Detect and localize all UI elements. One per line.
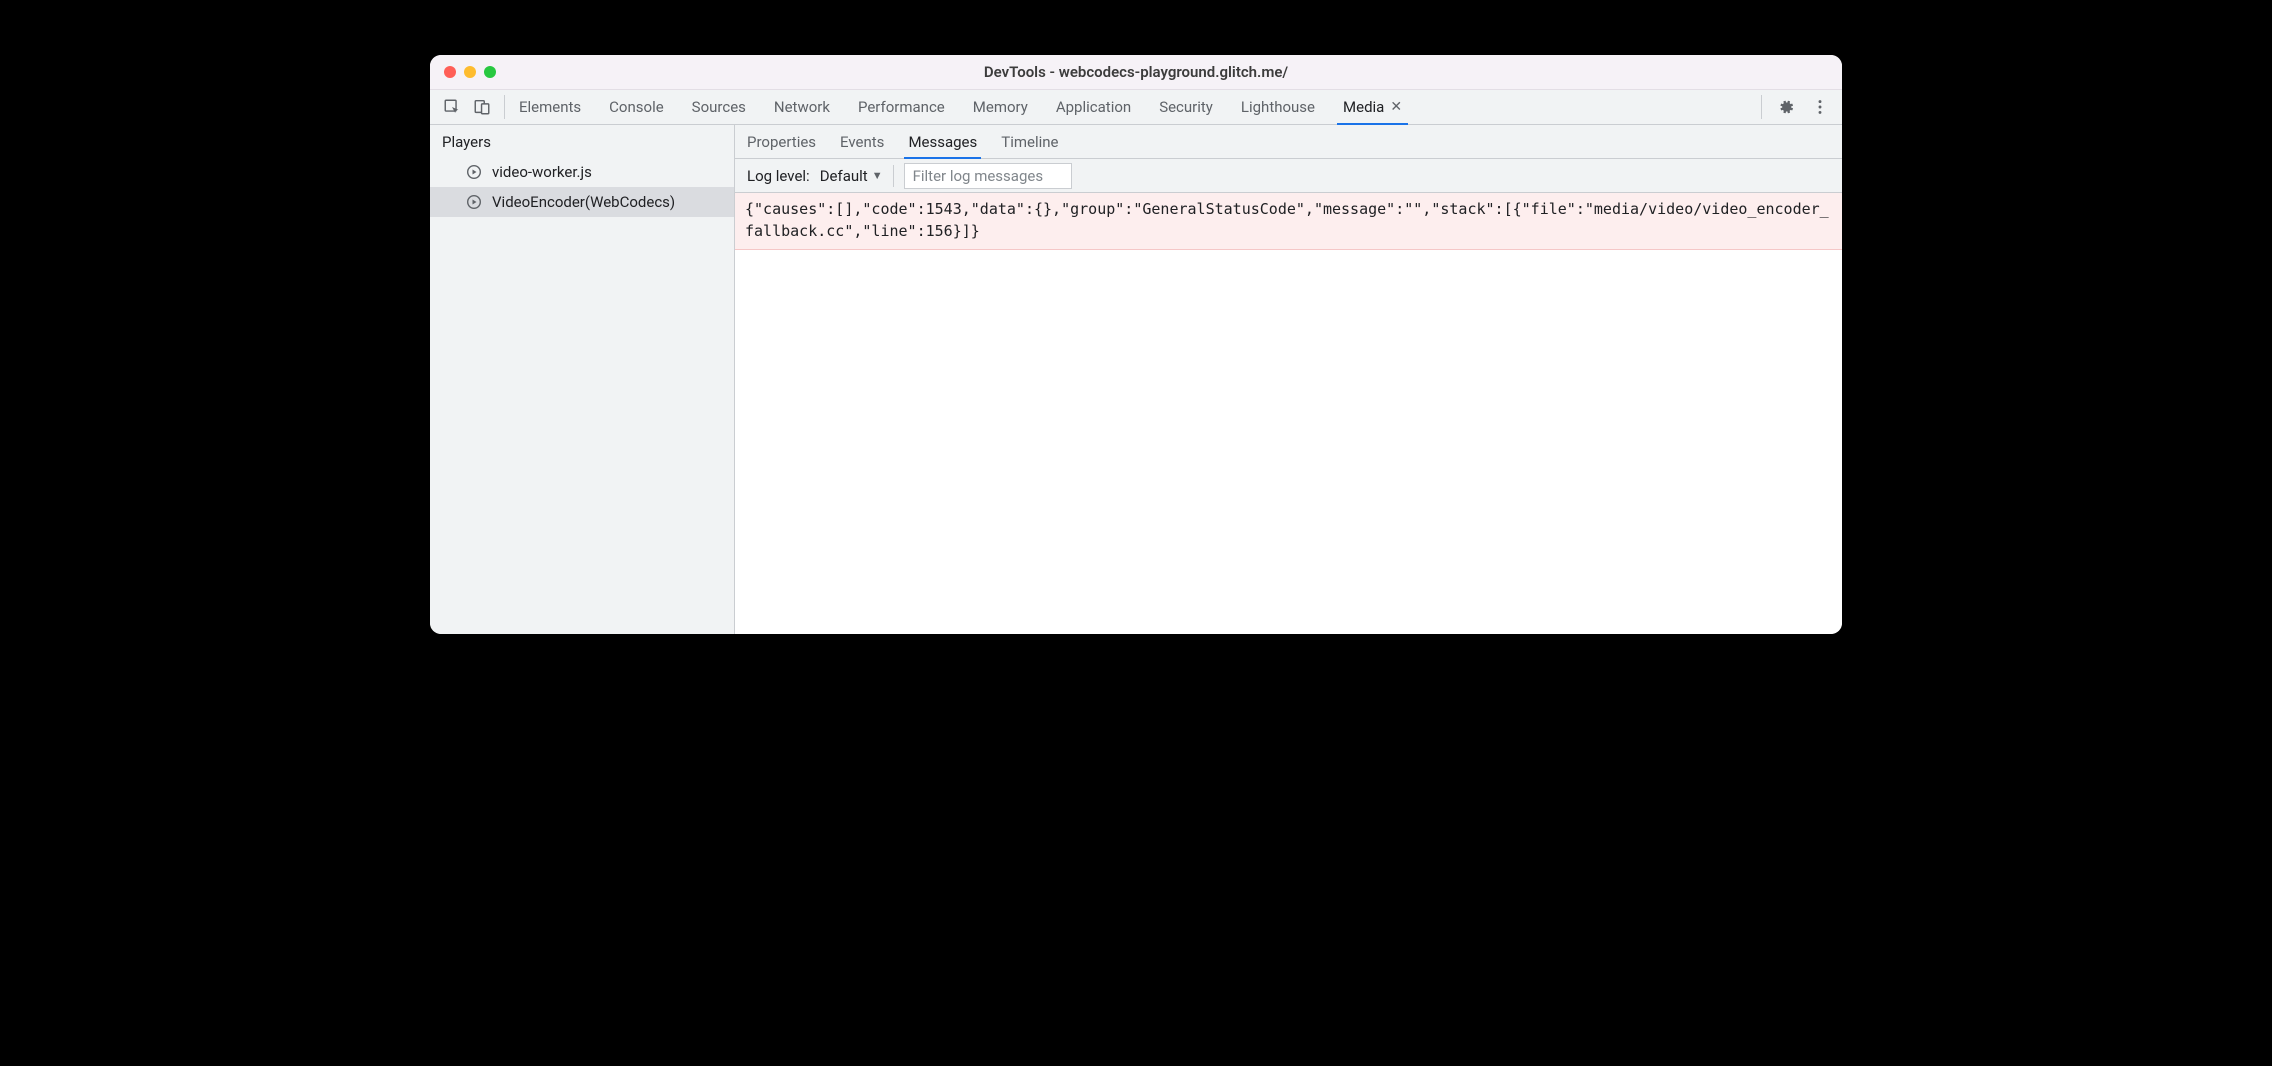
settings-icon[interactable] — [1776, 97, 1796, 117]
tab-network[interactable]: Network — [774, 90, 830, 124]
sub-tab-events[interactable]: Events — [840, 125, 884, 158]
panel-body: Players video-worker.js VideoEncoder(Web… — [430, 125, 1842, 634]
media-sub-tabs: Properties Events Messages Timeline — [735, 125, 1842, 159]
tab-media[interactable]: Media ✕ — [1343, 90, 1402, 124]
chevron-down-icon: ▼ — [872, 169, 883, 182]
filter-input[interactable] — [904, 163, 1072, 189]
main-tabs: Elements Console Sources Network Perform… — [519, 90, 1402, 124]
play-icon — [466, 194, 482, 210]
sub-tab-messages[interactable]: Messages — [908, 125, 977, 158]
log-level-select[interactable]: Default ▼ — [820, 165, 894, 187]
toolbar-right — [1761, 95, 1830, 119]
sub-tab-properties[interactable]: Properties — [747, 125, 816, 158]
panel-tabs: Elements Console Sources Network Perform… — [430, 90, 1842, 125]
tab-memory[interactable]: Memory — [973, 90, 1028, 124]
player-item-0[interactable]: video-worker.js — [430, 157, 734, 187]
filter-bar: Log level: Default ▼ — [735, 159, 1842, 193]
more-icon[interactable] — [1810, 97, 1830, 117]
player-item-1[interactable]: VideoEncoder(WebCodecs) — [430, 187, 734, 217]
play-icon — [466, 164, 482, 180]
tab-performance[interactable]: Performance — [858, 90, 945, 124]
zoom-window-button[interactable] — [484, 66, 496, 78]
main-pane: Properties Events Messages Timeline Log … — [735, 125, 1842, 634]
inspect-icon[interactable] — [442, 97, 462, 117]
close-icon[interactable]: ✕ — [1390, 99, 1402, 115]
log-level-value: Default — [820, 167, 868, 185]
tab-sources[interactable]: Sources — [692, 90, 746, 124]
titlebar: DevTools - webcodecs-playground.glitch.m… — [430, 55, 1842, 90]
sub-tab-timeline[interactable]: Timeline — [1001, 125, 1058, 158]
tab-elements[interactable]: Elements — [519, 90, 581, 124]
message-row[interactable]: {"causes":[],"code":1543,"data":{},"grou… — [735, 193, 1842, 250]
device-toolbar-icon[interactable] — [472, 97, 492, 117]
players-sidebar: Players video-worker.js VideoEncoder(Web… — [430, 125, 735, 634]
log-level-label: Log level: — [747, 167, 810, 185]
player-label: video-worker.js — [492, 163, 592, 181]
window-controls — [444, 66, 496, 78]
player-label: VideoEncoder(WebCodecs) — [492, 193, 675, 211]
toolbar-left — [442, 95, 505, 119]
devtools-window: DevTools - webcodecs-playground.glitch.m… — [430, 55, 1842, 634]
window-title: DevTools - webcodecs-playground.glitch.m… — [430, 63, 1842, 81]
sidebar-header: Players — [430, 125, 734, 157]
tab-console[interactable]: Console — [609, 90, 664, 124]
minimize-window-button[interactable] — [464, 66, 476, 78]
tab-application[interactable]: Application — [1056, 90, 1131, 124]
tab-lighthouse[interactable]: Lighthouse — [1241, 90, 1315, 124]
close-window-button[interactable] — [444, 66, 456, 78]
messages-list: {"causes":[],"code":1543,"data":{},"grou… — [735, 193, 1842, 634]
tab-security[interactable]: Security — [1159, 90, 1213, 124]
